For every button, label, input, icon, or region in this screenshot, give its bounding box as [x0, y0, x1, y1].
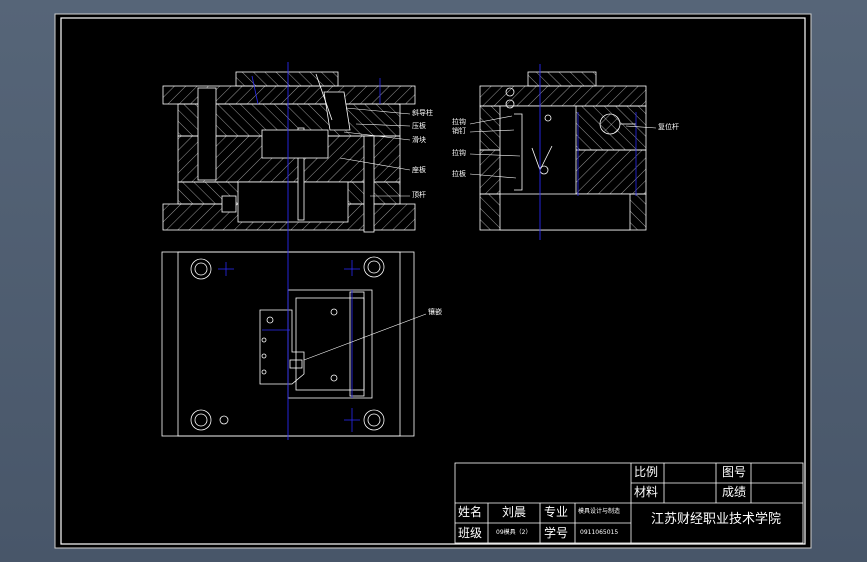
front-bolt [221, 195, 237, 213]
front-guide-pillar [197, 87, 217, 181]
tb-class-label: 班级 [458, 526, 483, 540]
tb-student-no-label: 学号 [544, 526, 569, 540]
side-return-pin [599, 113, 621, 135]
tb-class-value: 09模具（2） [496, 529, 532, 536]
tb-name-label: 姓名 [458, 505, 483, 519]
callout-angle-pin: 斜导柱 [412, 109, 433, 117]
tb-material-label: 材料 [634, 485, 659, 499]
front-section-view [162, 71, 416, 233]
callout-insert: 镶嵌 [428, 308, 442, 316]
tb-school-name: 江苏财经职业技术学院 [651, 512, 782, 527]
side-cavity [499, 105, 577, 199]
side-sprue [527, 71, 597, 87]
tb-student-no-value: 0911065015 [580, 529, 619, 536]
tb-score-label: 成绩 [722, 485, 747, 499]
callout-press-plate: 压板 [412, 122, 426, 130]
tb-major-value: 模具设计与制造 [578, 508, 621, 515]
front-cavity [261, 129, 329, 159]
tb-drawing-no-label: 图号 [722, 465, 747, 479]
tb-ratio-label: 比例 [634, 465, 659, 479]
callout-dowel: 销钉 [452, 127, 466, 135]
callout-pull-plate: 拉板 [452, 170, 466, 178]
cad-viewport[interactable]: 斜导柱 压板 滑块 座板 顶杆 拉钩 销钉 拉钩 拉板 复位杆 镶嵌 比例 材料… [0, 0, 867, 562]
front-ejector-space [237, 181, 349, 223]
callout-hook-2: 拉钩 [452, 149, 466, 157]
callout-return-pin: 复位杆 [658, 123, 679, 131]
tb-name-value: 刘晨 [502, 505, 527, 519]
front-return-pin [363, 135, 375, 233]
tb-major-label: 专业 [544, 505, 569, 519]
front-sprue-bushing [235, 71, 339, 87]
callout-seat-plate: 座板 [412, 166, 426, 174]
side-section-view [479, 71, 647, 231]
callout-slider: 滑块 [412, 136, 426, 144]
side-ejector-space [499, 193, 631, 231]
callout-ejector-pin: 顶杆 [412, 191, 426, 199]
side-top-plate [479, 85, 647, 107]
callout-hook-1: 拉钩 [452, 118, 466, 126]
